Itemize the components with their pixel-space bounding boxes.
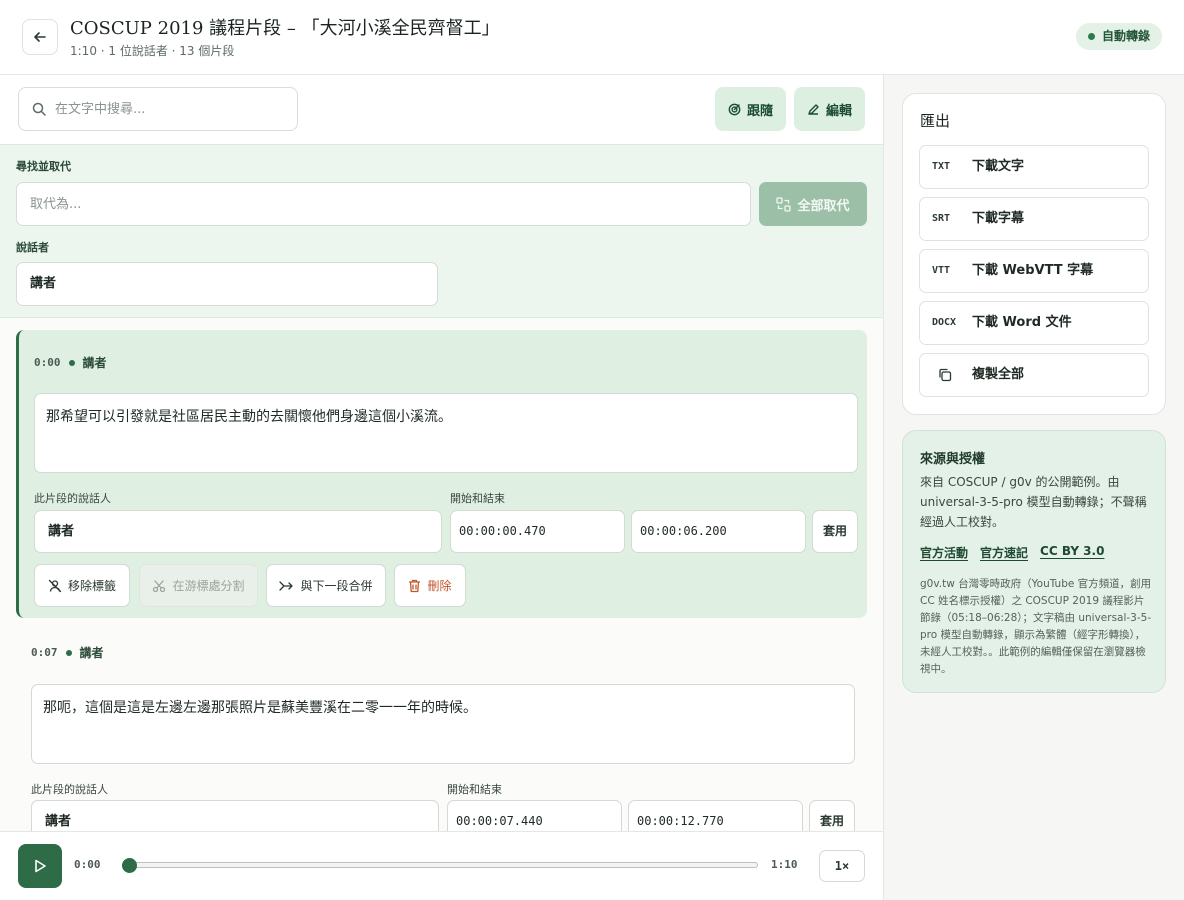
follow-button[interactable]: 跟隨 [715, 87, 786, 131]
trash-icon [409, 579, 421, 592]
current-time: 0:00 [74, 858, 101, 871]
follow-label: 跟隨 [746, 103, 773, 119]
file-type-tag: SRT [932, 213, 951, 224]
transcript-editor: 跟隨 編輯 尋找並取代 全部取代 說話者 講者 0:00 講者 那希望可以引發就… [0, 75, 884, 900]
merge-label: 與下一段合併 [300, 579, 373, 593]
status-label: 自動轉錄 [1101, 29, 1150, 43]
edit-button[interactable]: 編輯 [794, 87, 865, 131]
export-card: 匯出 TXT 下載文字 SRT 下載字幕 VTT 下載 WebVTT 字幕 DO… [902, 93, 1166, 415]
file-type-tag: TXT [932, 161, 951, 172]
delete-label: 刪除 [427, 579, 452, 593]
source-title: 來源與授權 [920, 452, 986, 467]
segment-header: 0:07 講者 [31, 644, 104, 661]
search-input[interactable] [55, 88, 291, 130]
seek-thumb[interactable] [122, 858, 137, 873]
official-transcript-link[interactable]: 官方速記 [980, 544, 1028, 561]
target-icon [728, 103, 741, 115]
segment-text-area[interactable]: 那希望可以引發就是社區居民主動的去關懷他們身邊這個小溪流。 [34, 393, 858, 473]
person-off-icon [48, 579, 62, 592]
replace-all-label: 全部取代 [797, 198, 850, 214]
editor-toolbar: 跟隨 編輯 [0, 75, 883, 144]
segment-text-area[interactable]: 那呃，這個是這是左邊左邊那張照片是蘇美豐溪在二零一一年的時候。 [31, 684, 855, 764]
export-label: 下載文字 [972, 159, 1025, 174]
speaker-label: 說話者 [16, 241, 49, 254]
split-label: 在游標處分割 [172, 579, 245, 593]
search-icon [32, 102, 46, 116]
replace-all-button[interactable]: 全部取代 [759, 182, 867, 226]
file-type-tag: DOCX [932, 317, 957, 328]
export-label: 下載字幕 [972, 211, 1025, 226]
arrow-left-icon [34, 32, 46, 42]
apply-button[interactable]: 套用 [812, 510, 858, 553]
download-srt-button[interactable]: SRT 下載字幕 [919, 197, 1149, 241]
play-icon [35, 859, 46, 873]
sidebar: 匯出 TXT 下載文字 SRT 下載字幕 VTT 下載 WebVTT 字幕 DO… [884, 75, 1184, 900]
segment-time-label: 開始和結束 [450, 492, 505, 505]
segment-time[interactable]: 0:07 [31, 646, 58, 659]
play-button[interactable] [18, 844, 62, 888]
segment-speaker-label: 此片段的說話人 [31, 783, 108, 796]
start-time-input[interactable]: 00:00:00.470 [450, 510, 625, 553]
merge-button[interactable]: 與下一段合併 [266, 564, 386, 607]
audio-player: 0:00 1:10 1× [0, 831, 883, 900]
status-dot-icon [1087, 33, 1095, 40]
source-links: 官方活動 官方速記 CC BY 3.0 [920, 544, 1104, 561]
page-title: COSCUP 2019 議程片段 – 「大河小溪全民齊督工」 [70, 18, 500, 39]
speaker-dot-icon [65, 649, 72, 656]
status-badge: 自動轉錄 [1075, 23, 1162, 50]
source-note: g0v.tw 台灣零時政府（YouTube 官方頻道，創用CC 姓名標示授權）之… [920, 578, 1152, 675]
segment-header: 0:00 講者 [34, 354, 107, 371]
official-event-link[interactable]: 官方活動 [920, 544, 968, 561]
segment-speaker-label: 此片段的說話人 [34, 492, 111, 505]
source-license-card: 來源與授權 來自 COSCUP / g0v 的公開範例。由 universal-… [902, 430, 1166, 693]
source-description: 來自 COSCUP / g0v 的公開範例。由 universal-3-5-pr… [920, 475, 1147, 529]
delete-button[interactable]: 刪除 [394, 564, 466, 607]
scissors-icon [153, 579, 166, 592]
copy-all-label: 複製全部 [972, 367, 1025, 382]
end-time-input[interactable]: 00:00:06.200 [631, 510, 806, 553]
segment-speaker: 講者 [79, 646, 104, 660]
speaker-dot-icon [68, 359, 75, 366]
find-replace-panel: 尋找並取代 全部取代 說話者 講者 [0, 144, 883, 318]
export-title: 匯出 [920, 112, 951, 130]
copy-icon [939, 368, 952, 382]
app-header: COSCUP 2019 議程片段 – 「大河小溪全民齊督工」 1:10 · 1 … [0, 0, 1184, 75]
export-label: 下載 Word 文件 [972, 315, 1072, 330]
remove-label-text: 移除標籤 [67, 579, 116, 593]
segment-card: 0:00 講者 那希望可以引發就是社區居民主動的去關懷他們身邊這個小溪流。 此片… [16, 330, 867, 618]
playback-speed-button[interactable]: 1× [819, 850, 865, 882]
find-replace-label: 尋找並取代 [16, 160, 71, 173]
segment-time[interactable]: 0:00 [34, 356, 61, 369]
swap-icon [776, 196, 792, 212]
pencil-icon [808, 103, 819, 115]
page-subtitle: 1:10 · 1 位說話者 · 13 個片段 [70, 44, 235, 58]
file-type-tag: VTT [932, 265, 951, 276]
back-button[interactable] [22, 19, 58, 55]
download-txt-button[interactable]: TXT 下載文字 [919, 145, 1149, 189]
duration-time: 1:10 [771, 858, 798, 871]
segment-speaker: 講者 [82, 356, 107, 370]
segment-card: 0:07 講者 那呃，這個是這是左邊左邊那張照片是蘇美豐溪在二零一一年的時候。 … [16, 620, 867, 860]
speaker-field[interactable]: 講者 [16, 262, 438, 306]
export-label: 下載 WebVTT 字幕 [972, 263, 1094, 278]
split-button[interactable]: 在游標處分割 [139, 564, 258, 607]
search-box [18, 87, 298, 131]
remove-label-button[interactable]: 移除標籤 [34, 564, 130, 607]
merge-arrow-icon [279, 580, 294, 591]
segment-time-label: 開始和結束 [447, 783, 502, 796]
seek-track[interactable] [130, 862, 758, 868]
segment-speaker-input[interactable]: 講者 [34, 510, 442, 553]
download-vtt-button[interactable]: VTT 下載 WebVTT 字幕 [919, 249, 1149, 293]
replace-input[interactable] [16, 182, 751, 226]
license-link[interactable]: CC BY 3.0 [1040, 544, 1104, 561]
edit-label: 編輯 [825, 103, 852, 119]
copy-all-button[interactable]: 複製全部 [919, 353, 1149, 397]
download-docx-button[interactable]: DOCX 下載 Word 文件 [919, 301, 1149, 345]
